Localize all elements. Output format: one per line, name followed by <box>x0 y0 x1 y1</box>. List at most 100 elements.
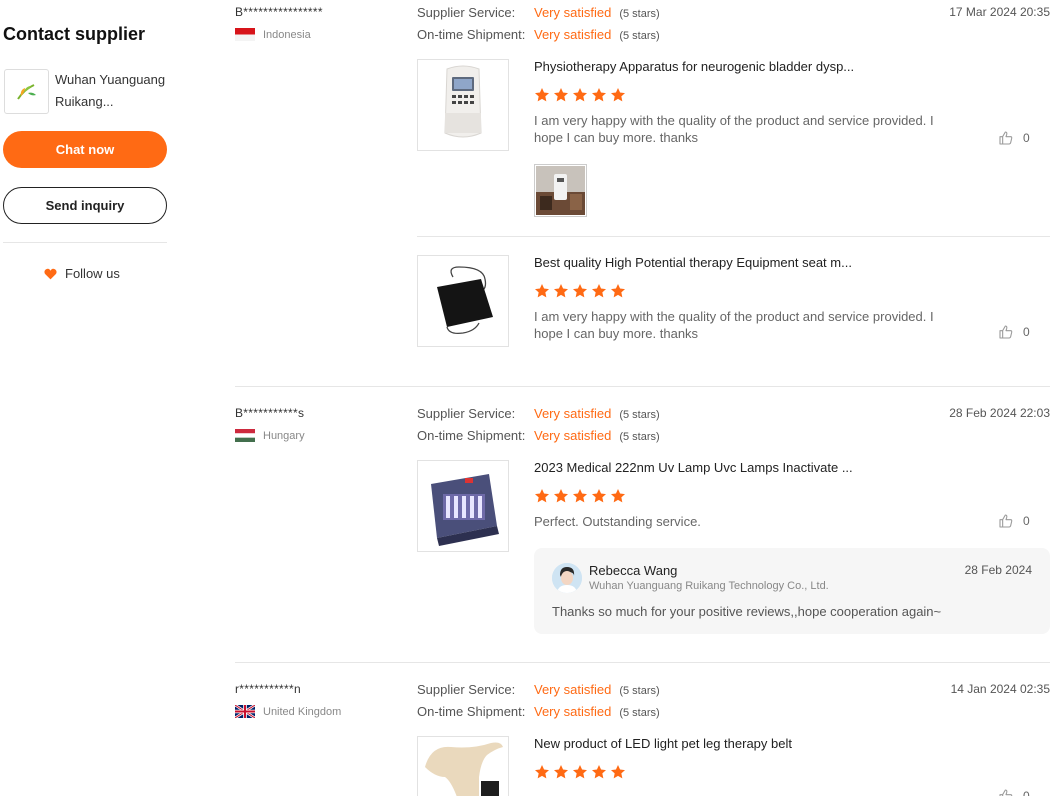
supplier-name[interactable]: Wuhan Yuanguang Ruikang... <box>55 69 167 113</box>
product-thumbnail[interactable] <box>417 59 509 151</box>
shipment-rating: On-time Shipment: Very satisfied (5 star… <box>417 27 660 42</box>
star-icon <box>535 489 549 503</box>
rating-value: Very satisfied <box>534 406 612 421</box>
reviewer-country: United Kingdom <box>235 705 341 718</box>
rating-value: Very satisfied <box>534 704 612 719</box>
star-icon <box>611 284 625 298</box>
supplier-service-rating: Supplier Service: Very satisfied (5 star… <box>417 406 660 421</box>
supplier-reply: Rebecca Wang Wuhan Yuanguang Ruikang Tec… <box>534 548 1050 634</box>
like-button[interactable]: 0 <box>998 130 1030 146</box>
thumbs-up-icon <box>999 514 1013 528</box>
product-star-rating <box>534 87 626 103</box>
star-icon <box>611 88 625 102</box>
star-icon <box>592 765 606 779</box>
shipment-rating: On-time Shipment: Very satisfied (5 star… <box>417 428 660 443</box>
contact-sidebar: Contact supplier Wuhan Yuanguang Ruikang… <box>0 0 175 796</box>
leaf-logo-icon[interactable] <box>4 69 49 114</box>
country-name: United Kingdom <box>263 705 342 718</box>
star-icon <box>554 284 568 298</box>
star-icon <box>573 765 587 779</box>
send-inquiry-button[interactable]: Send inquiry <box>3 187 167 224</box>
rating-stars-text: (5 stars) <box>619 30 660 42</box>
reviewer-country: Hungary <box>235 429 305 442</box>
rating-value: Very satisfied <box>534 682 612 697</box>
star-icon <box>573 284 587 298</box>
reply-avatar <box>552 563 582 593</box>
rating-label: On-time Shipment: <box>417 704 526 719</box>
country-name: Hungary <box>263 429 305 442</box>
star-icon <box>573 88 587 102</box>
rating-value: Very satisfied <box>534 5 612 20</box>
product-title[interactable]: Best quality High Potential therapy Equi… <box>534 255 852 270</box>
supplier-card[interactable]: Wuhan Yuanguang Ruikang... <box>4 69 167 114</box>
thumbs-up-icon <box>999 325 1013 339</box>
product-thumbnail[interactable] <box>417 460 509 552</box>
rating-stars-text: (5 stars) <box>619 409 660 421</box>
rating-label: Supplier Service: <box>417 5 516 20</box>
like-button[interactable]: 0 <box>998 513 1030 529</box>
review-date: 28 Feb 2024 22:03 <box>949 406 1050 420</box>
like-count: 0 <box>1023 514 1030 528</box>
reviewer-name: r***********n <box>235 682 301 696</box>
supplier-service-rating: Supplier Service: Very satisfied (5 star… <box>417 682 660 697</box>
like-button[interactable]: 0 <box>998 788 1030 796</box>
like-button[interactable]: 0 <box>998 324 1030 340</box>
rating-value: Very satisfied <box>534 27 612 42</box>
rating-stars-text: (5 stars) <box>619 431 660 443</box>
product-star-rating <box>534 283 626 299</box>
country-name: Indonesia <box>263 28 311 41</box>
product-title[interactable]: New product of LED light pet leg therapy… <box>534 736 792 751</box>
reply-text: Thanks so much for your positive reviews… <box>552 604 942 619</box>
star-icon <box>592 284 606 298</box>
product-star-rating <box>534 488 626 504</box>
star-icon <box>554 88 568 102</box>
product-thumbnail[interactable] <box>417 255 509 347</box>
rating-value: Very satisfied <box>534 428 612 443</box>
like-count: 0 <box>1023 325 1030 339</box>
rating-label: Supplier Service: <box>417 406 516 421</box>
follow-us-button[interactable]: Follow us <box>44 266 120 281</box>
chat-now-button[interactable]: Chat now <box>3 131 167 168</box>
review-date: 14 Jan 2024 02:35 <box>950 682 1050 696</box>
rating-label: On-time Shipment: <box>417 428 526 443</box>
thumbs-up-icon <box>999 131 1013 145</box>
hungary-flag-icon <box>235 429 255 442</box>
star-icon <box>554 489 568 503</box>
star-icon <box>573 489 587 503</box>
like-count: 0 <box>1023 789 1030 796</box>
star-icon <box>592 88 606 102</box>
review-divider <box>235 662 1050 663</box>
product-divider <box>417 236 1050 237</box>
reply-company: Wuhan Yuanguang Ruikang Technology Co., … <box>589 580 829 592</box>
supplier-service-rating: Supplier Service: Very satisfied (5 star… <box>417 5 660 20</box>
reviewer-name: B**************** <box>235 5 323 19</box>
review-divider <box>235 386 1050 387</box>
contact-supplier-title: Contact supplier <box>3 24 146 44</box>
heart-icon <box>44 268 57 280</box>
rating-stars-text: (5 stars) <box>619 685 660 697</box>
star-icon <box>554 765 568 779</box>
star-icon <box>535 765 549 779</box>
star-icon <box>592 489 606 503</box>
review-photo[interactable] <box>534 164 587 217</box>
product-thumbnail[interactable] <box>417 736 509 796</box>
rating-label: Supplier Service: <box>417 682 516 697</box>
rating-stars-text: (5 stars) <box>619 8 660 20</box>
sidebar-divider <box>3 242 167 243</box>
reply-author: Rebecca Wang <box>589 563 678 578</box>
like-count: 0 <box>1023 131 1030 145</box>
follow-us-label: Follow us <box>65 266 120 281</box>
rating-stars-text: (5 stars) <box>619 707 660 719</box>
review-text: I am very happy with the quality of the … <box>534 113 934 145</box>
product-title[interactable]: Physiotherapy Apparatus for neurogenic b… <box>534 59 854 74</box>
thumbs-up-icon <box>999 789 1013 796</box>
product-title[interactable]: 2023 Medical 222nm Uv Lamp Uvc Lamps Ina… <box>534 460 853 475</box>
shipment-rating: On-time Shipment: Very satisfied (5 star… <box>417 704 660 719</box>
review-date: 17 Mar 2024 20:35 <box>949 5 1050 19</box>
star-icon <box>611 765 625 779</box>
reviewer-name: B***********s <box>235 406 305 420</box>
star-icon <box>535 88 549 102</box>
rating-label: On-time Shipment: <box>417 27 526 42</box>
review-text: Perfect. Outstanding service. <box>534 514 701 529</box>
reviewer-country: Indonesia <box>235 28 311 41</box>
